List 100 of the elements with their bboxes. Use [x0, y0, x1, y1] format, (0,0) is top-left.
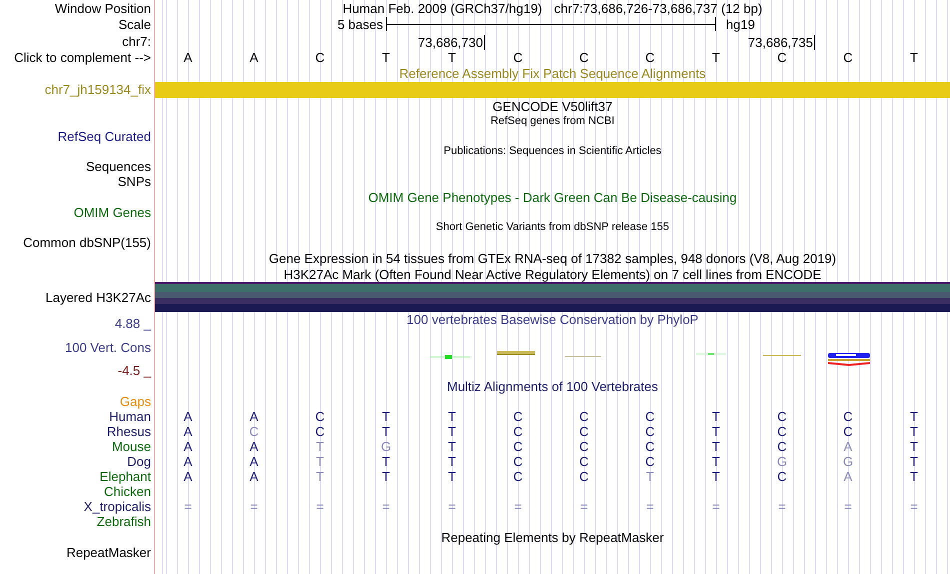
base-letter: T — [910, 439, 918, 454]
base-letter: T — [910, 424, 918, 439]
base-letter: C — [777, 409, 787, 424]
track-label[interactable]: 100 Vert. Cons — [65, 340, 151, 354]
base-letter: C — [579, 469, 589, 484]
base-letter[interactable]: A — [184, 50, 192, 65]
base-letter: G — [842, 454, 854, 469]
track-title[interactable]: GENCODE V50lift37 — [492, 98, 612, 114]
base-letter: C — [645, 454, 655, 469]
base-letter[interactable]: T — [712, 50, 720, 65]
row-label: Scale — [118, 16, 151, 32]
species-label[interactable]: Rhesus — [106, 424, 151, 439]
scale-text: 5 bases — [337, 16, 384, 32]
base-letter: = — [448, 499, 456, 514]
base-letter: T — [382, 454, 390, 469]
base-letter: T — [382, 424, 390, 439]
track-title[interactable]: OMIM Gene Phenotypes - Dark Green Can Be Disease-causing — [368, 190, 737, 204]
base-letter: = — [382, 499, 390, 514]
base-letter: T — [382, 469, 390, 484]
base-letter[interactable]: C — [579, 50, 589, 65]
base-letter: T — [316, 454, 324, 469]
species-label[interactable]: Mouse — [112, 439, 151, 454]
base-letter: T — [316, 469, 324, 484]
base-letter: C — [513, 454, 523, 469]
track-label[interactable]: SNPs — [118, 174, 151, 189]
base-letter[interactable]: A — [250, 50, 258, 65]
base-letter: T — [382, 409, 390, 424]
track-title[interactable]: Gene Expression in 54 tissues from GTEx RNA-seq of 17382 samples, 948 donors (V8, Aug 2019) — [268, 250, 836, 266]
track-label[interactable]: RefSeq Curated — [58, 129, 151, 144]
base-letter: A — [250, 469, 258, 484]
base-letter: = — [184, 499, 192, 514]
base-letter[interactable]: C — [777, 50, 787, 65]
track-label[interactable]: Sequences — [86, 159, 151, 174]
base-letter: T — [910, 454, 918, 469]
base-letter: A — [184, 439, 192, 454]
base-letter: C — [777, 469, 787, 484]
track-title[interactable]: Repeating Elements by RepeatMasker — [441, 530, 664, 544]
base-letter: C — [315, 424, 325, 439]
track-label[interactable]: RepeatMasker — [66, 545, 151, 560]
complement-link[interactable]: Click to complement --> — [14, 50, 151, 65]
base-letter[interactable]: C — [513, 50, 523, 65]
track-title[interactable]: Publications: Sequences in Scientific Articles — [444, 144, 662, 159]
track-title[interactable]: Multiz Alignments of 100 Vertebrates — [446, 378, 658, 394]
base-letter: C — [645, 409, 655, 424]
base-letter: T — [448, 424, 456, 439]
track-title[interactable]: H3K27Ac Mark (Often Found Near Active Regulatory Elements) on 7 cell lines from ENCODE — [284, 266, 822, 282]
base-letter[interactable]: T — [448, 50, 456, 65]
base-letter: T — [448, 454, 456, 469]
base-letter: A — [844, 439, 852, 454]
base-letter: T — [448, 439, 456, 454]
species-label[interactable]: Dog — [127, 454, 151, 469]
track-label[interactable]: Common dbSNP(155) — [23, 235, 151, 250]
base-letter[interactable]: C — [843, 50, 853, 65]
base-letter: C — [777, 424, 787, 439]
track-title[interactable]: 100 vertebrates Basewise Conservation by PhyloP — [406, 312, 698, 327]
base-letter: A — [184, 454, 192, 469]
base-letter[interactable]: T — [382, 50, 390, 65]
base-letter: C — [513, 439, 523, 454]
species-label[interactable]: Chicken — [104, 484, 151, 499]
assembly-text: hg19 — [725, 16, 756, 32]
species-label[interactable]: Elephant — [100, 469, 151, 484]
track-title[interactable]: Short Genetic Variants from dbSNP release 155 — [436, 220, 670, 235]
base-letter: C — [513, 469, 523, 484]
base-letter: A — [184, 424, 192, 439]
base-letter: A — [184, 409, 192, 424]
base-letter: C — [315, 409, 325, 424]
assembly-text: Human Feb. 2009 (GRCh37/hg19) — [342, 0, 542, 16]
base-letter: C — [579, 439, 589, 454]
base-letter: A — [250, 439, 258, 454]
base-letter: A — [844, 469, 852, 484]
base-letter: = — [646, 499, 654, 514]
axis-max-label: 4.88 _ — [114, 316, 151, 331]
species-label[interactable]: Human — [109, 409, 151, 424]
base-letter[interactable]: C — [645, 50, 655, 65]
base-letter: C — [249, 424, 259, 439]
base-letter: A — [184, 469, 192, 484]
base-letter: = — [778, 499, 786, 514]
base-letter: T — [448, 469, 456, 484]
base-letter[interactable]: C — [315, 50, 325, 65]
base-letter: T — [316, 439, 324, 454]
base-letter: C — [579, 409, 589, 424]
base-letter: T — [712, 424, 720, 439]
base-letter[interactable]: T — [910, 50, 918, 65]
base-letter: G — [380, 439, 392, 454]
coordinate-label: 73,686,735 — [748, 35, 813, 50]
track-title[interactable]: RefSeq genes from NCBI — [490, 114, 615, 129]
base-letter: A — [250, 454, 258, 469]
track-label[interactable]: Layered H3K27Ac — [45, 290, 151, 304]
alignment-bar[interactable] — [155, 82, 950, 98]
base-letter: T — [910, 409, 918, 424]
base-letter: T — [646, 469, 654, 484]
base-letter: T — [712, 409, 720, 424]
base-letter: = — [250, 499, 258, 514]
track-label[interactable]: OMIM Genes — [74, 205, 151, 220]
species-label[interactable]: X_tropicalis — [84, 499, 151, 514]
base-letter: C — [513, 424, 523, 439]
base-letter: C — [579, 424, 589, 439]
base-letter: C — [513, 409, 523, 424]
species-label[interactable]: Zebrafish — [96, 514, 151, 529]
base-letter: T — [712, 469, 720, 484]
